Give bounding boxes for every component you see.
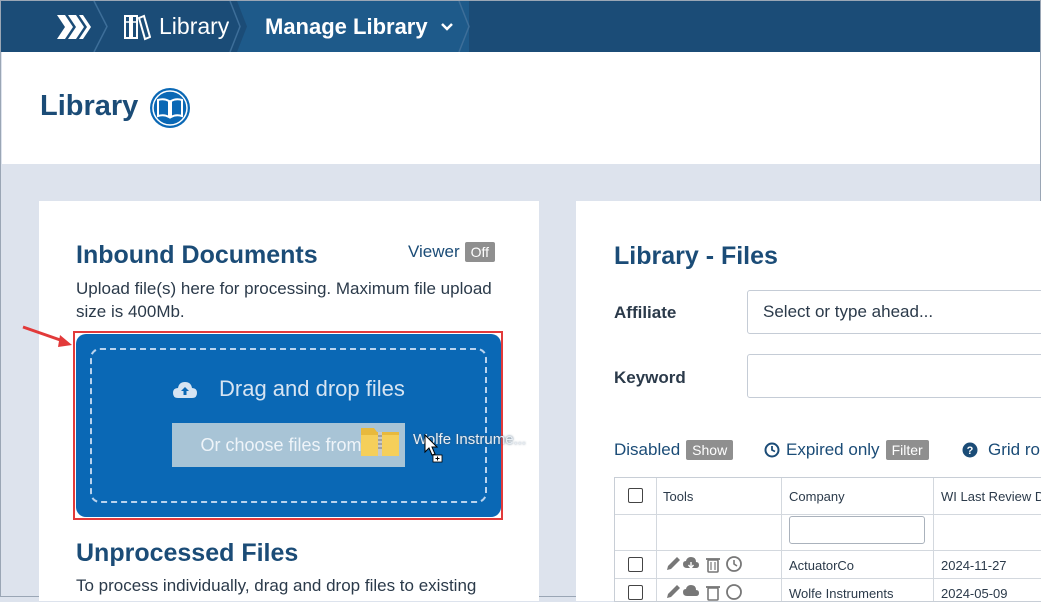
row-tools: [667, 584, 742, 601]
clock-icon: [764, 442, 780, 458]
disabled-filter: Disabled Show: [614, 440, 734, 460]
affiliate-label: Affiliate: [614, 303, 677, 322]
column-header-company[interactable]: Company: [789, 489, 845, 504]
home-nav-item[interactable]: [1, 1, 101, 52]
breadcrumb-manage-library[interactable]: Manage Library: [237, 1, 469, 52]
inbound-title: Inbound Documents: [76, 241, 318, 269]
row-checkbox[interactable]: [628, 557, 643, 572]
expired-filter: Expired only Filter: [764, 440, 929, 460]
trash-icon: [706, 586, 720, 601]
page-title: Library: [40, 90, 139, 122]
edit-icon: [667, 557, 680, 570]
chevron-down-icon: [440, 22, 453, 31]
download-icon: [683, 557, 699, 570]
inbound-description: Upload file(s) here for processing. Maxi…: [76, 279, 492, 321]
breadcrumb-library-label: Library: [159, 13, 230, 39]
breadcrumb-separator: [229, 1, 247, 52]
brand-chevrons-icon: [57, 15, 91, 39]
row-review-date: 2024-05-09: [941, 586, 1008, 601]
select-all-checkbox[interactable]: [628, 488, 643, 503]
row-tools: [667, 556, 742, 573]
column-header-tools: Tools: [663, 489, 694, 504]
library-files-title: Library - Files: [614, 242, 778, 270]
unprocessed-title: Unprocessed Files: [76, 539, 299, 567]
breadcrumb-library[interactable]: Library: [101, 1, 237, 52]
books-icon: [124, 14, 151, 40]
zip-folder-icon: [361, 428, 399, 456]
top-nav: Library Manage Library: [1, 1, 1040, 52]
row-review-date: 2024-11-27: [941, 558, 1007, 573]
file-dropzone[interactable]: Drag and drop files Or choose files from…: [76, 334, 501, 517]
cloud-upload-icon: [173, 382, 197, 398]
viewer-label: Viewer: [408, 242, 460, 261]
files-table: Tools Company WI Last Review D ActuatorC…: [614, 477, 1041, 602]
copy-cursor-icon: [424, 434, 443, 463]
row-company: ActuatorCo: [789, 558, 855, 573]
svg-text:?: ?: [967, 445, 974, 457]
row-company: Wolfe Instruments: [789, 586, 894, 601]
download-icon: [683, 585, 699, 596]
keyword-label: Keyword: [614, 368, 686, 387]
unprocessed-description: To process individually, drag and drop f…: [76, 576, 477, 595]
column-header-review-date[interactable]: WI Last Review D: [941, 489, 1041, 504]
grid-rows-control[interactable]: ? Grid ro: [962, 440, 1040, 460]
history-icon: [726, 556, 742, 572]
viewer-off-switch[interactable]: Off: [464, 242, 496, 262]
viewer-toggle[interactable]: Viewer Off: [408, 242, 496, 262]
trash-icon: [706, 558, 720, 573]
affiliate-select[interactable]: Select or type ahead...: [747, 290, 1041, 334]
annotation-arrow-icon: [22, 325, 72, 347]
company-filter-input[interactable]: [789, 516, 925, 544]
open-book-icon: [150, 88, 190, 128]
show-disabled-button[interactable]: Show: [686, 440, 734, 460]
disabled-label: Disabled: [614, 440, 681, 459]
help-icon: ?: [962, 442, 978, 458]
expired-filter-button[interactable]: Filter: [885, 440, 929, 460]
breadcrumb-end-cap: [457, 1, 470, 52]
page-header: Library: [2, 52, 1040, 164]
grid-rows-label: Grid ro: [988, 440, 1040, 459]
dropzone-title: Drag and drop files: [219, 376, 405, 401]
expired-label: Expired only: [786, 440, 880, 459]
row-checkbox[interactable]: [628, 585, 643, 600]
edit-icon: [667, 585, 680, 598]
keyword-input[interactable]: [747, 354, 1041, 398]
breadcrumb-manage-label: Manage Library: [265, 13, 428, 39]
